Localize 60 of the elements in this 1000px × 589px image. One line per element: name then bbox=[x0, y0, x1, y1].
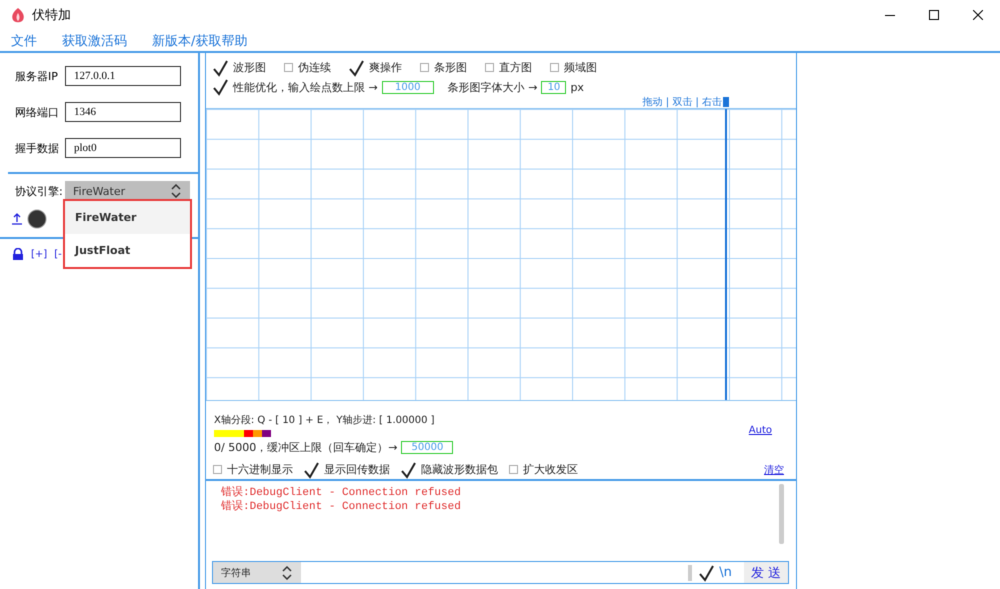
dropdown-option[interactable]: JustFloat bbox=[65, 234, 190, 267]
field-label: 握手数据 bbox=[15, 140, 60, 156]
checkbox-label: 条形图 bbox=[434, 60, 467, 76]
scrollbar[interactable] bbox=[779, 484, 784, 544]
console-line: 错误:DebugClient - Connection refused bbox=[221, 486, 462, 500]
close-icon[interactable] bbox=[973, 10, 983, 20]
cursor-handle-icon[interactable] bbox=[723, 97, 729, 108]
lock-icon[interactable] bbox=[12, 248, 24, 260]
toolbar-link[interactable]: [- bbox=[54, 248, 62, 260]
auto-link[interactable]: Auto bbox=[748, 425, 772, 436]
protocol-label: 协议引擎: bbox=[15, 184, 64, 198]
up-down-chevron-icon bbox=[170, 184, 182, 198]
check-mark[interactable] bbox=[303, 460, 320, 479]
checkbox-label: 隐藏波形数据包 bbox=[421, 462, 498, 478]
console-line: 错误:DebugClient - Connection refused bbox=[221, 500, 462, 514]
checkbox[interactable] bbox=[508, 464, 519, 476]
checkbox-label: 显示回传数据 bbox=[324, 462, 390, 478]
gesture-hint: 拖动 | 双击 | 右击 bbox=[642, 96, 722, 110]
protocol-select[interactable]: FireWater bbox=[65, 181, 190, 201]
color-swatch[interactable] bbox=[253, 430, 262, 437]
checkbox-label: 伪连续 bbox=[298, 60, 331, 76]
checkbox-label: 扩大收发区 bbox=[523, 462, 578, 478]
text-field[interactable]: 1346 bbox=[65, 102, 181, 122]
field-label: 条形图字体大小 → bbox=[448, 80, 538, 95]
color-swatch[interactable] bbox=[262, 430, 271, 437]
dropdown-option[interactable]: FireWater bbox=[65, 201, 190, 234]
checkbox-label: 频域图 bbox=[564, 60, 597, 76]
unit-label: px bbox=[570, 80, 584, 94]
checkbox[interactable] bbox=[484, 62, 495, 74]
checkbox[interactable] bbox=[549, 62, 560, 74]
checkbox-label: 性能优化，输入绘点数上限 → bbox=[233, 80, 378, 95]
checkbox[interactable] bbox=[283, 62, 294, 74]
checkbox-label: 爽操作 bbox=[369, 60, 402, 76]
menu-item[interactable]: 获取激活码 bbox=[62, 32, 127, 50]
checkbox-label: 十六进制显示 bbox=[227, 462, 293, 478]
checkbox[interactable] bbox=[419, 62, 430, 74]
checkbox-label: 直方图 bbox=[499, 60, 532, 76]
maximize-icon[interactable] bbox=[929, 10, 939, 20]
checkbox-label: 波形图 bbox=[233, 60, 266, 76]
check-mark[interactable] bbox=[212, 58, 229, 77]
window-title: 伏特加 bbox=[32, 7, 72, 24]
color-swatch[interactable] bbox=[214, 430, 244, 437]
axis-info: X轴分段: Q - [ 10 ] + E， Y轴步进: [ 1.00000 ] bbox=[214, 414, 436, 428]
check-mark[interactable] bbox=[400, 460, 417, 479]
menu-item[interactable]: 文件 bbox=[11, 32, 37, 50]
field-label: 网络端口 bbox=[15, 104, 60, 120]
text-field[interactable]: plot0 bbox=[65, 138, 181, 158]
field-label: 服务器IP bbox=[15, 68, 59, 84]
color-swatch[interactable] bbox=[244, 430, 253, 437]
buffer-label: 0/ 5000，缓冲区上限（回车确定）→ bbox=[214, 440, 398, 455]
check-mark[interactable] bbox=[348, 58, 365, 77]
checkbox[interactable] bbox=[212, 464, 223, 476]
app-logo-icon bbox=[10, 7, 26, 23]
record-button-icon[interactable] bbox=[27, 209, 47, 229]
clear-link[interactable]: 清空 bbox=[764, 462, 784, 477]
text-field[interactable]: 127.0.0.1 bbox=[65, 66, 181, 86]
menu-item[interactable]: 新版本/获取帮助 bbox=[152, 32, 248, 50]
toolbar-link[interactable]: [+] bbox=[31, 248, 48, 260]
upload-icon[interactable] bbox=[12, 213, 22, 225]
check-mark[interactable] bbox=[212, 78, 229, 96]
